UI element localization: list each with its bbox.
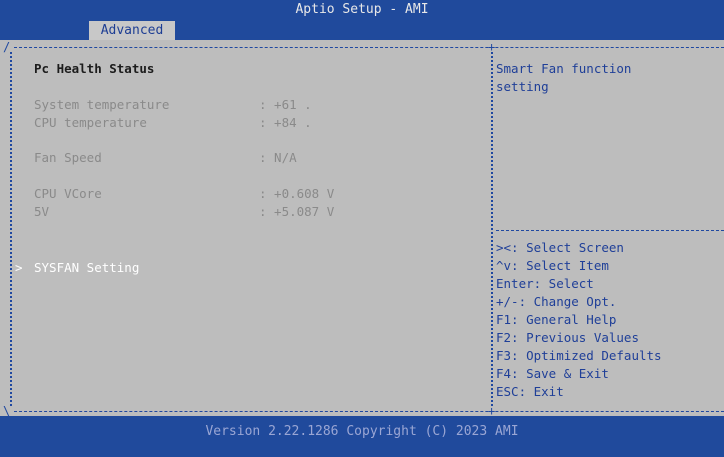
tab-advanced[interactable]: Advanced <box>89 21 175 41</box>
bottom-border <box>14 411 724 412</box>
corner-top-left: / <box>3 40 11 54</box>
5v-label: 5V <box>34 204 50 219</box>
left-border <box>10 52 12 406</box>
version-footer: Version 2.22.1286 Copyright (C) 2023 AMI <box>205 424 519 439</box>
top-border <box>14 47 724 48</box>
help-key-esc: ESC: Exit <box>496 384 564 399</box>
window-title: Aptio Setup - AMI <box>295 2 429 17</box>
help-key-f2: F2: Previous Values <box>496 330 639 345</box>
column-divider <box>491 52 493 406</box>
cpu-temperature-value: : +84 . <box>259 115 312 130</box>
cpu-vcore-value: : +0.608 V <box>259 186 335 201</box>
help-key-select-item: ^v: Select Item <box>496 258 609 273</box>
help-key-enter: Enter: Select <box>496 276 594 291</box>
corner-bottom-left: \ <box>3 404 11 418</box>
sysfan-setting-item[interactable]: SYSFAN Setting <box>34 259 139 277</box>
help-key-change-opt: +/-: Change Opt. <box>496 294 617 309</box>
fan-speed-label: Fan Speed <box>34 150 102 165</box>
cpu-temperature-label: CPU temperature <box>34 115 147 130</box>
divider-top-junction: + <box>488 40 496 54</box>
system-temperature-label: System temperature <box>34 97 170 112</box>
help-key-f3: F3: Optimized Defaults <box>496 348 662 363</box>
fan-speed-value: : N/A <box>259 150 297 165</box>
help-key-select-screen: ><: Select Screen <box>496 240 624 255</box>
section-title: Pc Health Status <box>34 61 155 76</box>
help-description-line-2: setting <box>496 79 549 94</box>
help-key-f1: F1: General Help <box>496 312 617 327</box>
cpu-vcore-label: CPU VCore <box>34 186 102 201</box>
5v-value: : +5.087 V <box>259 204 335 219</box>
divider-bottom-junction: + <box>488 404 496 418</box>
help-key-f4: F4: Save & Exit <box>496 366 609 381</box>
main-panel: / \ + + Pc Health Status System temperat… <box>0 40 724 418</box>
submenu-arrow-icon: > <box>15 260 23 275</box>
system-temperature-value: : +61 . <box>259 97 312 112</box>
help-separator <box>496 230 724 231</box>
help-description-line-1: Smart Fan function <box>496 61 632 76</box>
